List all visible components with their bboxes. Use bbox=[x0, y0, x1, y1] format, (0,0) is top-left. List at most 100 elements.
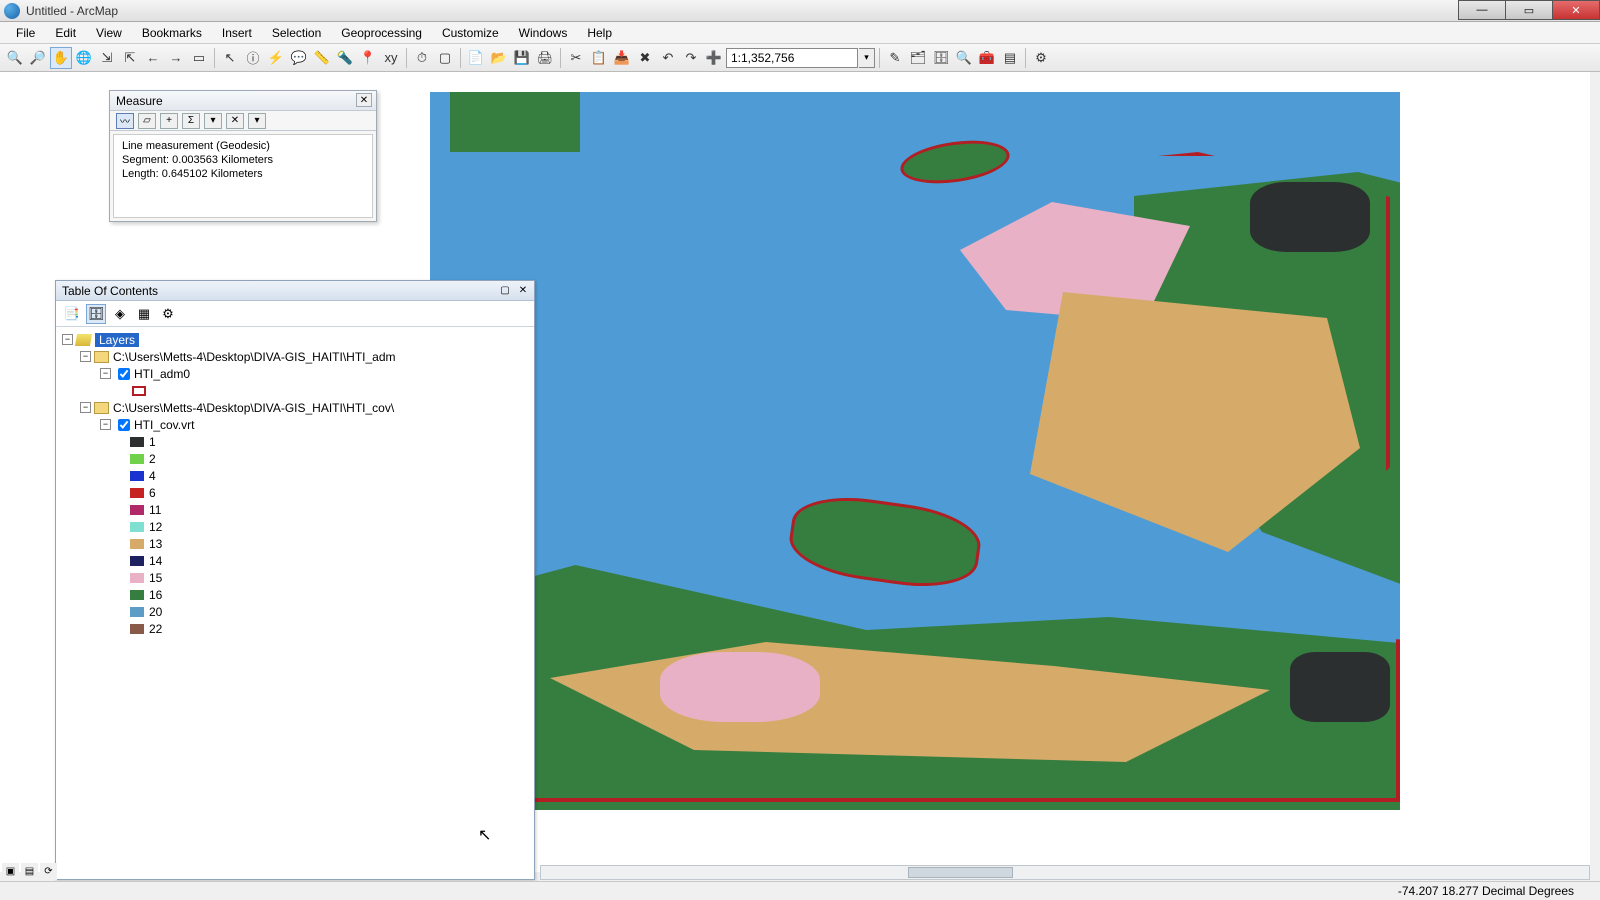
legend-item[interactable]: 11 bbox=[58, 501, 532, 518]
legend-item[interactable]: 22 bbox=[58, 620, 532, 637]
maximize-button[interactable]: ▭ bbox=[1505, 0, 1553, 20]
menu-customize[interactable]: Customize bbox=[432, 24, 509, 42]
expander-icon[interactable]: − bbox=[80, 351, 91, 362]
measure-clear-icon[interactable]: ✕ bbox=[226, 113, 244, 129]
legend-item[interactable]: 2 bbox=[58, 450, 532, 467]
legend-item[interactable]: 13 bbox=[58, 535, 532, 552]
add-data-icon[interactable]: ➕ bbox=[703, 47, 725, 69]
toc-options-icon[interactable]: ⚙ bbox=[158, 304, 178, 324]
select-features-icon[interactable]: ▭ bbox=[188, 47, 210, 69]
paste-icon[interactable]: 📥 bbox=[611, 47, 633, 69]
expander-icon[interactable]: − bbox=[80, 402, 91, 413]
menu-windows[interactable]: Windows bbox=[509, 24, 578, 42]
legend-item[interactable]: 1 bbox=[58, 433, 532, 450]
menu-selection[interactable]: Selection bbox=[262, 24, 331, 42]
create-viewer-icon[interactable]: ▢ bbox=[434, 47, 456, 69]
arctoolbox-icon[interactable]: 🧰 bbox=[976, 47, 998, 69]
python-window-icon[interactable]: ▤ bbox=[999, 47, 1021, 69]
map-scale-input[interactable] bbox=[726, 48, 858, 68]
hyperlink-icon[interactable]: ⚡ bbox=[265, 47, 287, 69]
measure-units-dropdown-icon[interactable]: ▾ bbox=[204, 113, 222, 129]
expander-icon[interactable]: − bbox=[100, 419, 111, 430]
list-by-source-icon[interactable]: 🗄 bbox=[86, 304, 106, 324]
list-by-visibility-icon[interactable]: ◈ bbox=[110, 304, 130, 324]
layer-item[interactable]: − HTI_cov.vrt bbox=[58, 416, 532, 433]
scale-dropdown-icon[interactable]: ▾ bbox=[859, 48, 875, 68]
measure-tool-icon[interactable]: 📏 bbox=[311, 47, 333, 69]
layer-symbol[interactable] bbox=[58, 382, 532, 399]
menu-insert[interactable]: Insert bbox=[212, 24, 262, 42]
legend-item[interactable]: 15 bbox=[58, 569, 532, 586]
layers-root[interactable]: − Layers bbox=[58, 331, 532, 348]
measure-title-bar[interactable]: Measure ✕ bbox=[110, 91, 376, 111]
expander-icon[interactable]: − bbox=[100, 368, 111, 379]
fixed-zoom-in-icon[interactable]: ⇲ bbox=[96, 47, 118, 69]
refresh-view-icon[interactable]: ⟳ bbox=[40, 863, 57, 880]
toc-close-icon[interactable]: ✕ bbox=[516, 283, 530, 297]
identify-icon[interactable]: ⓘ bbox=[242, 47, 264, 69]
map-canvas[interactable] bbox=[430, 92, 1400, 810]
layout-view-tab[interactable]: ▤ bbox=[21, 863, 38, 880]
delete-icon[interactable]: ✖ bbox=[634, 47, 656, 69]
back-extent-icon[interactable]: ← bbox=[142, 47, 164, 69]
model-builder-icon[interactable]: ⚙ bbox=[1030, 47, 1052, 69]
measure-close-icon[interactable]: ✕ bbox=[356, 93, 372, 107]
table-of-contents-panel[interactable]: Table Of Contents ▢ ✕ 📑 🗄 ◈ ▦ ⚙ − Layers… bbox=[55, 280, 535, 880]
legend-item[interactable]: 20 bbox=[58, 603, 532, 620]
menu-bookmarks[interactable]: Bookmarks bbox=[132, 24, 212, 42]
layer-visibility-checkbox[interactable] bbox=[118, 368, 130, 380]
data-view-tab[interactable]: ▣ bbox=[2, 863, 19, 880]
measure-feature-icon[interactable]: + bbox=[160, 113, 178, 129]
go-to-xy-icon[interactable]: xy bbox=[380, 47, 402, 69]
time-slider-icon[interactable]: ⏱ bbox=[411, 47, 433, 69]
minimize-button[interactable]: — bbox=[1458, 0, 1506, 20]
forward-extent-icon[interactable]: → bbox=[165, 47, 187, 69]
toc-pin-icon[interactable]: ▢ bbox=[498, 283, 512, 297]
list-by-drawing-order-icon[interactable]: 📑 bbox=[62, 304, 82, 324]
measure-sum-icon[interactable]: Σ bbox=[182, 113, 200, 129]
legend-item[interactable]: 6 bbox=[58, 484, 532, 501]
undo-icon[interactable]: ↶ bbox=[657, 47, 679, 69]
editor-toolbar-icon[interactable]: ✎ bbox=[884, 47, 906, 69]
zoom-out-icon[interactable]: 🔎 bbox=[27, 47, 49, 69]
legend-item[interactable]: 16 bbox=[58, 586, 532, 603]
print-icon[interactable]: 🖨 bbox=[534, 47, 556, 69]
data-source-group[interactable]: − C:\Users\Metts-4\Desktop\DIVA-GIS_HAIT… bbox=[58, 348, 532, 365]
toc-title-bar[interactable]: Table Of Contents ▢ ✕ bbox=[56, 281, 534, 301]
find-route-icon[interactable]: 📍 bbox=[357, 47, 379, 69]
menu-file[interactable]: File bbox=[6, 24, 45, 42]
pan-icon[interactable]: ✋ bbox=[50, 47, 72, 69]
fixed-zoom-out-icon[interactable]: ⇱ bbox=[119, 47, 141, 69]
save-icon[interactable]: 💾 bbox=[511, 47, 533, 69]
open-icon[interactable]: 📂 bbox=[488, 47, 510, 69]
data-source-group[interactable]: − C:\Users\Metts-4\Desktop\DIVA-GIS_HAIT… bbox=[58, 399, 532, 416]
layer-name[interactable]: HTI_adm0 bbox=[134, 367, 190, 381]
layer-visibility-checkbox[interactable] bbox=[118, 419, 130, 431]
measure-type-dropdown-icon[interactable]: ▾ bbox=[248, 113, 266, 129]
html-popup-icon[interactable]: 💬 bbox=[288, 47, 310, 69]
measure-dialog[interactable]: Measure ✕ 〰 ▱ + Σ ▾ ✕ ▾ Line measurement… bbox=[109, 90, 377, 222]
measure-line-icon[interactable]: 〰 bbox=[116, 113, 134, 129]
zoom-in-icon[interactable]: 🔍 bbox=[4, 47, 26, 69]
menu-help[interactable]: Help bbox=[577, 24, 622, 42]
cut-icon[interactable]: ✂ bbox=[565, 47, 587, 69]
legend-item[interactable]: 14 bbox=[58, 552, 532, 569]
redo-icon[interactable]: ↷ bbox=[680, 47, 702, 69]
search-window-icon[interactable]: 🔍 bbox=[953, 47, 975, 69]
legend-item[interactable]: 4 bbox=[58, 467, 532, 484]
measure-area-icon[interactable]: ▱ bbox=[138, 113, 156, 129]
legend-item[interactable]: 12 bbox=[58, 518, 532, 535]
menu-view[interactable]: View bbox=[86, 24, 132, 42]
layer-name[interactable]: HTI_cov.vrt bbox=[134, 418, 194, 432]
menu-edit[interactable]: Edit bbox=[45, 24, 86, 42]
list-by-selection-icon[interactable]: ▦ bbox=[134, 304, 154, 324]
horizontal-scrollbar[interactable] bbox=[540, 865, 1590, 880]
menu-geoprocessing[interactable]: Geoprocessing bbox=[331, 24, 432, 42]
select-elements-icon[interactable]: ↖ bbox=[219, 47, 241, 69]
expander-icon[interactable]: − bbox=[62, 334, 73, 345]
toc-icon[interactable]: 🗂 bbox=[907, 47, 929, 69]
copy-icon[interactable]: 📋 bbox=[588, 47, 610, 69]
find-icon[interactable]: 🔦 bbox=[334, 47, 356, 69]
close-button[interactable]: ✕ bbox=[1552, 0, 1600, 20]
full-extent-icon[interactable]: 🌐 bbox=[73, 47, 95, 69]
